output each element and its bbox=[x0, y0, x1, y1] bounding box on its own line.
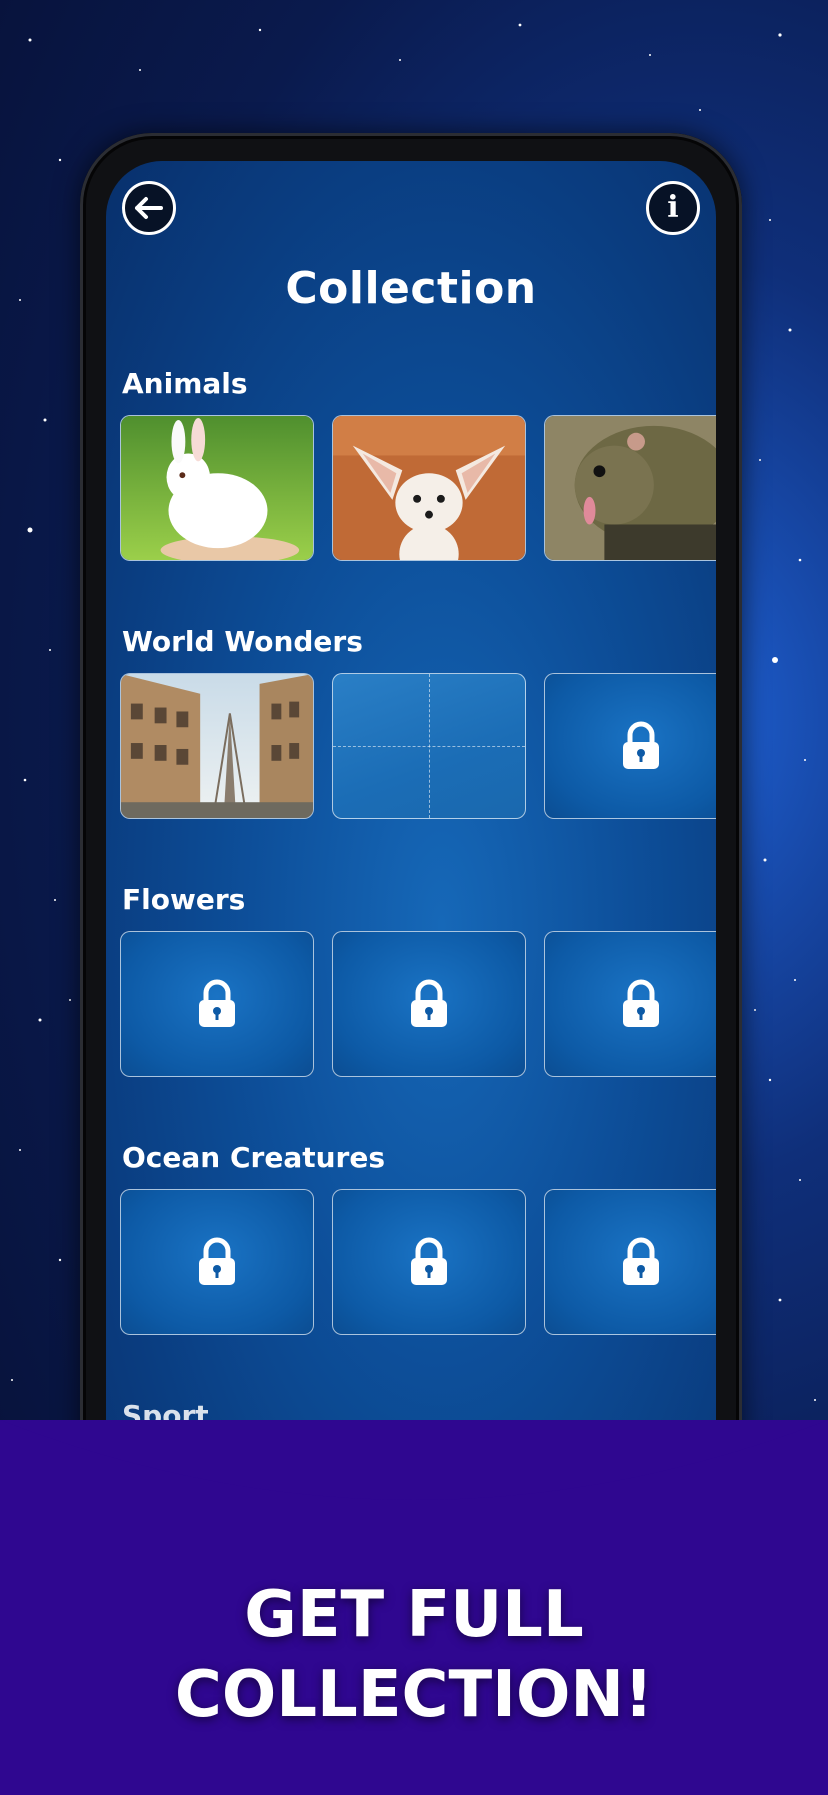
card-locked[interactable] bbox=[332, 1189, 526, 1335]
banner-top bbox=[0, 1422, 828, 1502]
promo-headline-line1: GET FULL bbox=[244, 1578, 584, 1652]
lock-icon bbox=[199, 979, 235, 1027]
lock-icon bbox=[199, 1237, 235, 1285]
card-locked[interactable] bbox=[120, 931, 314, 1077]
back-arrow-icon bbox=[135, 197, 163, 219]
section-title-animals: Animals bbox=[122, 367, 248, 400]
collection-row-world-wonders bbox=[120, 673, 716, 821]
page-title: Collection bbox=[285, 263, 537, 314]
section-title-world-wonders: World Wonders bbox=[122, 625, 363, 658]
eiffel-tower-image bbox=[121, 674, 313, 818]
collection-row-animals bbox=[120, 415, 716, 563]
lock-icon bbox=[411, 1237, 447, 1285]
collection-row-flowers bbox=[120, 931, 716, 1079]
section-title-ocean-creatures: Ocean Creatures bbox=[122, 1141, 385, 1174]
promo-headline-line2: COLLECTION! bbox=[174, 1658, 654, 1732]
card-eiffel-tower[interactable] bbox=[120, 673, 314, 819]
info-icon: i bbox=[667, 190, 679, 225]
back-button[interactable] bbox=[122, 181, 176, 235]
section-title-flowers: Flowers bbox=[122, 883, 246, 916]
card-fennec-fox[interactable] bbox=[332, 415, 526, 561]
card-rabbit[interactable] bbox=[120, 415, 314, 561]
card-locked[interactable] bbox=[544, 931, 716, 1077]
collection-row-ocean-creatures bbox=[120, 1189, 716, 1337]
lock-icon bbox=[411, 979, 447, 1027]
card-locked[interactable] bbox=[544, 673, 716, 819]
lock-icon bbox=[623, 979, 659, 1027]
card-treeshrew[interactable] bbox=[544, 415, 716, 561]
card-locked[interactable] bbox=[544, 1189, 716, 1335]
rabbit-image bbox=[121, 416, 313, 560]
lock-icon bbox=[623, 1237, 659, 1285]
card-in-progress-puzzle[interactable] bbox=[332, 673, 526, 819]
card-locked[interactable] bbox=[120, 1189, 314, 1335]
lock-icon bbox=[623, 721, 659, 769]
treeshrew-image bbox=[545, 416, 716, 560]
info-button[interactable]: i bbox=[646, 181, 700, 235]
card-locked[interactable] bbox=[332, 931, 526, 1077]
fox-image bbox=[333, 416, 525, 560]
